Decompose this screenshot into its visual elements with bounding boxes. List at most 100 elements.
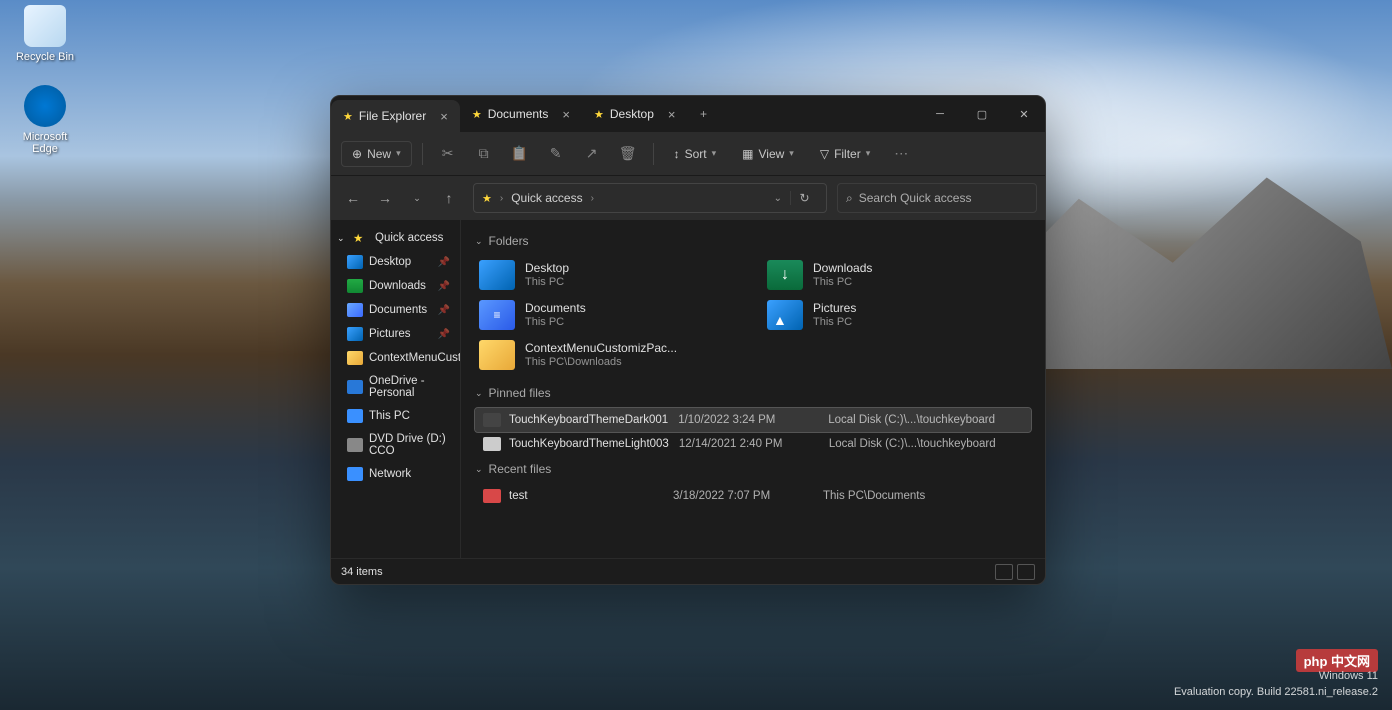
close-icon[interactable]: × [440,109,448,124]
tabs: ★ File Explorer × ★ Documents × ★ Deskto… [331,96,919,132]
folder-location: This PC [813,316,856,330]
folder-item[interactable]: ContextMenuCustomizPac... This PC\Downlo… [475,336,743,374]
file-row[interactable]: test 3/18/2022 7:07 PM This PC\Documents [475,484,1031,508]
tab-file-explorer[interactable]: ★ File Explorer × [331,100,460,132]
sidebar-item[interactable]: Downloads 📌 [331,274,460,298]
desktop-icon-edge[interactable]: Microsoft Edge [15,85,75,155]
file-icon [483,489,501,503]
sidebar-item-label: Pictures [369,328,411,340]
file-location: This PC\Documents [823,490,1023,502]
section-recent[interactable]: ⌄ Recent files [475,462,1031,476]
close-icon[interactable]: × [668,107,676,122]
folder-item[interactable]: Documents This PC [475,296,743,334]
folder-icon [479,260,515,290]
watermark-line1: Windows 11 [1174,669,1378,684]
delete-button[interactable]: 🗑 [613,139,643,169]
sidebar-item-label: Documents [369,304,427,316]
toolbar: ⊕ New ▾ ✂ ⧉ 📋 ✎ ↗ 🗑 ↕ Sort ▾ ▦ View ▾ ▽ … [331,132,1045,176]
folder-name: Documents [525,301,586,316]
search-icon: ⌕ [846,191,853,206]
chevron-down-icon: ▾ [789,148,794,159]
navigation-pane[interactable]: ⌄ ★ Quick access Desktop 📌 Downloads 📌 D… [331,220,461,558]
sidebar-quick-access[interactable]: ⌄ ★ Quick access [331,226,460,250]
file-row[interactable]: TouchKeyboardThemeDark001 1/10/2022 3:24… [475,408,1031,432]
new-label: New [367,147,391,161]
sidebar-item[interactable]: This PC [331,404,460,428]
sidebar-item[interactable]: ContextMenuCust [331,346,460,370]
paste-button[interactable]: 📋 [505,139,535,169]
pin-icon: 📌 [438,257,450,268]
thumbnails-view-button[interactable] [1017,564,1035,580]
separator [422,143,423,165]
close-window-button[interactable]: ✕ [1003,96,1045,132]
file-location: Local Disk (C:)\...\touchkeyboard [828,414,1028,426]
section-folders[interactable]: ⌄ Folders [475,234,1031,248]
filter-icon: ▽ [820,147,829,161]
file-icon [483,437,501,451]
new-button[interactable]: ⊕ New ▾ [341,141,412,167]
folder-location: This PC [525,316,586,330]
refresh-button[interactable]: ↻ [790,191,818,205]
copy-button[interactable]: ⧉ [469,139,499,169]
share-button[interactable]: ↗ [577,139,607,169]
sort-label: Sort [685,147,707,161]
recent-locations-button[interactable]: ⌄ [403,184,431,212]
folder-icon [347,279,363,293]
recycle-bin-icon [24,5,66,47]
star-icon: ★ [594,108,604,121]
sidebar-item-label: Quick access [375,232,443,244]
new-tab-button[interactable]: + [688,96,720,132]
folder-name: Downloads [813,261,872,276]
folder-icon [767,300,803,330]
maximize-button[interactable]: ▢ [961,96,1003,132]
sidebar-item[interactable]: Documents 📌 [331,298,460,322]
sidebar-item-label: Network [369,468,411,480]
back-button[interactable]: ← [339,184,367,212]
tab-documents[interactable]: ★ Documents × [460,96,582,132]
sidebar-item-label: Downloads [369,280,426,292]
minimize-button[interactable]: ─ [919,96,961,132]
file-row[interactable]: TouchKeyboardThemeLight003 12/14/2021 2:… [475,432,1031,456]
window-controls: ─ ▢ ✕ [919,96,1045,132]
watermark-line2: Evaluation copy. Build 22581.ni_release.… [1174,685,1378,700]
more-button[interactable]: ⋯ [886,139,916,169]
close-icon[interactable]: × [562,107,570,122]
folder-icon [347,467,363,481]
up-button[interactable]: ↑ [435,184,463,212]
titlebar[interactable]: ★ File Explorer × ★ Documents × ★ Deskto… [331,96,1045,132]
details-view-button[interactable] [995,564,1013,580]
tab-desktop[interactable]: ★ Desktop × [582,96,688,132]
chevron-down-icon[interactable]: ⌄ [774,193,782,204]
folder-icon [347,327,363,341]
star-icon: ★ [482,192,492,205]
navigation-bar: ← → ⌄ ↑ ★ › Quick access › ⌄ ↻ ⌕ Search … [331,176,1045,220]
chevron-down-icon: ⌄ [475,388,483,399]
chevron-down-icon: ▾ [396,148,401,159]
sidebar-item[interactable]: Pictures 📌 [331,322,460,346]
content-pane[interactable]: ⌄ Folders Desktop This PC Downloads This… [461,220,1045,558]
folder-name: ContextMenuCustomizPac... [525,341,677,356]
folder-icon [479,300,515,330]
cut-button[interactable]: ✂ [433,139,463,169]
folder-item[interactable]: Pictures This PC [763,296,1031,334]
search-input[interactable]: ⌕ Search Quick access [837,183,1037,213]
folder-item[interactable]: Downloads This PC [763,256,1031,294]
folder-item[interactable]: Desktop This PC [475,256,743,294]
sidebar-item[interactable]: Desktop 📌 [331,250,460,274]
address-bar[interactable]: ★ › Quick access › ⌄ ↻ [473,183,827,213]
filter-button[interactable]: ▽ Filter ▾ [810,142,880,166]
sidebar-item[interactable]: Network [331,462,460,486]
view-button[interactable]: ▦ View ▾ [732,142,804,166]
breadcrumb[interactable]: Quick access [511,191,582,205]
edge-icon [24,85,66,127]
edge-label: Microsoft Edge [15,131,75,155]
sidebar-item[interactable]: OneDrive - Personal [331,370,460,404]
sort-button[interactable]: ↕ Sort ▾ [664,142,727,166]
desktop-icon-recycle-bin[interactable]: Recycle Bin [15,5,75,63]
chevron-down-icon: ▾ [712,148,717,159]
sidebar-item[interactable]: DVD Drive (D:) CCO [331,428,460,462]
folder-icon [347,409,363,423]
section-pinned[interactable]: ⌄ Pinned files [475,386,1031,400]
rename-button[interactable]: ✎ [541,139,571,169]
forward-button[interactable]: → [371,184,399,212]
